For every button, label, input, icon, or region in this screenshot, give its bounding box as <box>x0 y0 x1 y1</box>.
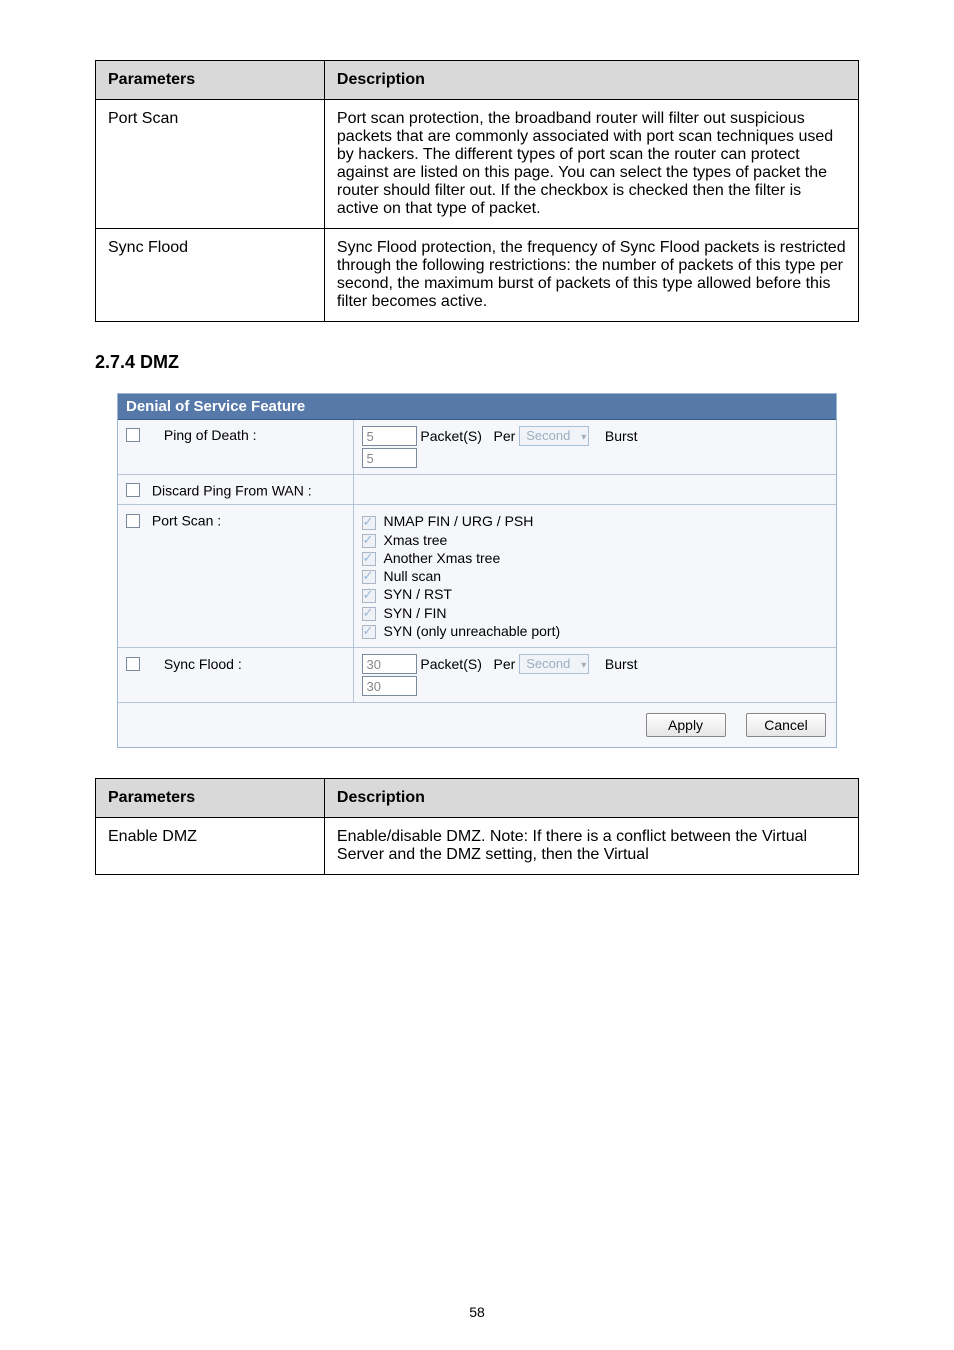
button-row: Apply Cancel <box>118 703 836 747</box>
param-cell: Sync Flood <box>96 229 325 322</box>
cancel-button[interactable]: Cancel <box>746 713 826 737</box>
row-sync-flood: Sync Flood : Packet(S) Per Second▾ Burst <box>118 648 836 703</box>
portscan-opt-label: Another Xmas tree <box>384 550 501 566</box>
param-cell: Port Scan <box>96 100 325 229</box>
discard-ping-checkbox[interactable] <box>126 483 140 497</box>
ping-of-death-checkbox[interactable] <box>126 428 140 442</box>
per-label: Per <box>494 428 516 444</box>
sync-burst-input[interactable] <box>362 676 417 696</box>
panel-title: Denial of Service Feature <box>118 394 836 420</box>
col-header-desc: Description <box>324 779 858 818</box>
portscan-opt-checkbox[interactable] <box>362 589 376 603</box>
parameters-table-1: Parameters Description Port Scan Port sc… <box>95 60 859 322</box>
chevron-down-icon: ▾ <box>581 429 586 447</box>
dos-feature-panel: Denial of Service Feature Ping of Death … <box>117 393 837 748</box>
portscan-opt-checkbox[interactable] <box>362 625 376 639</box>
portscan-opt-label: Null scan <box>384 568 442 584</box>
discard-ping-label: Discard Ping From WAN : <box>152 482 312 498</box>
sync-packets-input[interactable] <box>362 654 417 674</box>
burst-label: Burst <box>605 656 638 672</box>
row-ping-of-death: Ping of Death : Packet(S) Per Second▾ Bu… <box>118 420 836 475</box>
chevron-down-icon: ▾ <box>581 657 586 675</box>
sync-flood-label: Sync Flood : <box>164 656 242 672</box>
port-scan-checkbox[interactable] <box>126 514 140 528</box>
ping-packets-input[interactable] <box>362 426 417 446</box>
row-discard-ping: Discard Ping From WAN : <box>118 475 836 505</box>
ping-unit-select[interactable]: Second▾ <box>519 426 589 446</box>
portscan-opt-label: SYN (only unreachable port) <box>384 623 561 639</box>
col-header-param: Parameters <box>96 779 325 818</box>
col-header-param: Parameters <box>96 61 325 100</box>
table-row: Enable DMZ Enable/disable DMZ. Note: If … <box>96 818 859 875</box>
sync-flood-checkbox[interactable] <box>126 657 140 671</box>
portscan-opt-checkbox[interactable] <box>362 607 376 621</box>
desc-cell: Enable/disable DMZ. Note: If there is a … <box>324 818 858 875</box>
portscan-opt-label: SYN / RST <box>384 586 452 602</box>
per-label: Per <box>494 656 516 672</box>
desc-cell: Sync Flood protection, the frequency of … <box>324 229 858 322</box>
parameters-table-2: Parameters Description Enable DMZ Enable… <box>95 778 859 875</box>
ping-of-death-label: Ping of Death : <box>164 427 257 443</box>
packets-label: Packet(S) <box>420 428 481 444</box>
page-number: 58 <box>95 1304 859 1320</box>
row-port-scan: Port Scan : NMAP FIN / URG / PSH Xmas tr… <box>118 505 836 648</box>
param-cell: Enable DMZ <box>96 818 325 875</box>
portscan-opt-checkbox[interactable] <box>362 570 376 584</box>
table-row: Port Scan Port scan protection, the broa… <box>96 100 859 229</box>
portscan-opt-checkbox[interactable] <box>362 516 376 530</box>
apply-button[interactable]: Apply <box>646 713 726 737</box>
ping-burst-input[interactable] <box>362 448 417 468</box>
table-row: Sync Flood Sync Flood protection, the fr… <box>96 229 859 322</box>
col-header-desc: Description <box>324 61 858 100</box>
portscan-opt-label: Xmas tree <box>384 532 448 548</box>
sync-unit-select[interactable]: Second▾ <box>519 654 589 674</box>
section-heading: 2.7.4 DMZ <box>95 352 859 373</box>
port-scan-label: Port Scan : <box>152 513 221 529</box>
desc-cell: Port scan protection, the broadband rout… <box>324 100 858 229</box>
packets-label: Packet(S) <box>420 656 481 672</box>
portscan-opt-label: SYN / FIN <box>384 605 447 621</box>
portscan-opt-checkbox[interactable] <box>362 534 376 548</box>
portscan-opt-label: NMAP FIN / URG / PSH <box>384 513 534 529</box>
burst-label: Burst <box>605 428 638 444</box>
portscan-opt-checkbox[interactable] <box>362 552 376 566</box>
